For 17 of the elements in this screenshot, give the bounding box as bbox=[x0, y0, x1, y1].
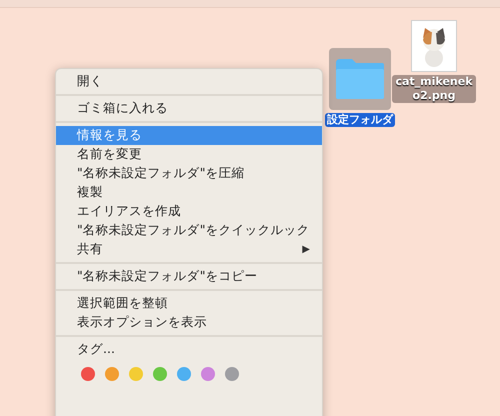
menu-item[interactable]: "名称未設定フォルダ"をクイックルック bbox=[56, 221, 322, 240]
menu-item[interactable]: 共有 ▶ bbox=[56, 240, 322, 259]
menu-item[interactable]: "名称未設定フォルダ"を圧縮 bbox=[56, 164, 322, 183]
cat-image-thumbnail[interactable] bbox=[411, 20, 457, 72]
menu-item[interactable]: "名称未設定フォルダ"をコピー bbox=[56, 267, 322, 286]
menu-item[interactable]: 複製 bbox=[56, 183, 322, 202]
menu-item[interactable]: 表示オプションを表示 bbox=[56, 313, 322, 332]
menu-item[interactable]: ゴミ箱に入れる bbox=[56, 99, 322, 118]
submenu-arrow: ▶ bbox=[302, 243, 310, 257]
menu-item[interactable]: エイリアスを作成 bbox=[56, 202, 322, 221]
file-name-label: 設定フォルダ bbox=[325, 113, 395, 127]
folder-icon[interactable] bbox=[329, 48, 391, 110]
file-name-label: cat_mikeneko2.png bbox=[392, 75, 476, 103]
menu-item[interactable]: 選択範囲を整頓 bbox=[56, 294, 322, 313]
menu-item[interactable]: タグ... bbox=[56, 340, 322, 359]
menu-item[interactable]: 開く bbox=[56, 72, 322, 91]
menu-item[interactable]: 名前を変更 bbox=[56, 145, 322, 164]
